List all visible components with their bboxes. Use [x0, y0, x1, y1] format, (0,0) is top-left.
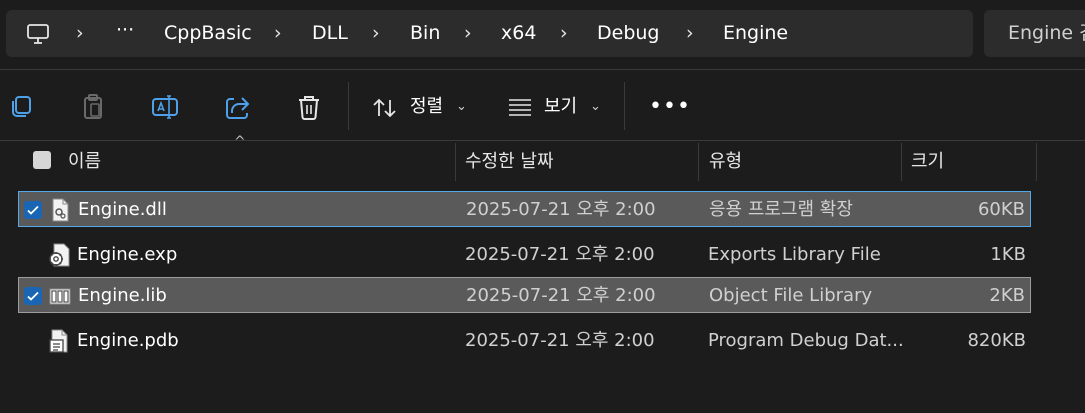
column-divider[interactable]	[698, 143, 699, 181]
file-modified: 2025-07-21 오후 2:00	[465, 330, 655, 351]
file-size: 2KB	[989, 285, 1025, 306]
column-header-size[interactable]: 크기	[911, 143, 944, 181]
breadcrumb-item[interactable]: Debug	[597, 10, 659, 57]
file-type: 응용 프로그램 확장	[709, 199, 853, 220]
file-type: Object File Library	[709, 285, 873, 306]
search-input[interactable]: Engine 검	[1008, 10, 1085, 57]
chevron-down-icon: ⌄	[590, 99, 601, 114]
check-icon	[27, 205, 39, 215]
column-divider[interactable]	[455, 143, 456, 181]
file-row[interactable]: Engine.lib 2025-07-21 오후 2:00 Object Fil…	[18, 277, 1031, 313]
file-row[interactable]: Engine.exp 2025-07-21 오후 2:00 Exports Li…	[18, 237, 1031, 273]
more-options-icon[interactable]: •••	[649, 86, 691, 128]
select-all-checkbox[interactable]	[33, 151, 51, 169]
more-locations-icon[interactable]: ···	[116, 10, 134, 57]
breadcrumb-item[interactable]: Bin	[410, 10, 440, 57]
chevron-right-icon[interactable]: ›	[464, 10, 472, 57]
file-modified: 2025-07-21 오후 2:00	[466, 199, 656, 220]
breadcrumb-item[interactable]: DLL	[312, 10, 348, 57]
exp-file-icon	[49, 243, 70, 267]
sort-label: 정렬	[410, 96, 444, 117]
column-divider[interactable]	[1036, 143, 1037, 181]
chevron-right-icon[interactable]: ›	[560, 10, 568, 57]
divider	[0, 69, 1085, 70]
toolbar-divider	[348, 82, 349, 130]
check-icon	[27, 291, 39, 301]
file-type: Exports Library File	[708, 244, 881, 265]
column-header-type[interactable]: 유형	[709, 143, 742, 181]
column-header-modified[interactable]: 수정한 날짜	[465, 143, 554, 181]
file-modified: 2025-07-21 오후 2:00	[465, 244, 655, 265]
share-icon[interactable]	[221, 90, 255, 124]
file-size: 820KB	[967, 330, 1026, 351]
column-header-name[interactable]: 이름	[68, 143, 101, 181]
this-pc-icon[interactable]	[26, 22, 50, 46]
row-checkbox[interactable]	[24, 287, 42, 305]
file-size: 60KB	[977, 199, 1025, 220]
address-bar[interactable]: › ··· CppBasic › DLL › Bin › x64 › Debug…	[6, 10, 973, 57]
search-box[interactable]: Engine 검	[984, 10, 1085, 57]
file-row[interactable]: Engine.dll 2025-07-21 오후 2:00 응용 프로그램 확장…	[18, 191, 1031, 227]
breadcrumb-item-current[interactable]: Engine	[723, 10, 788, 57]
file-size: 1KB	[990, 244, 1026, 265]
file-name: Engine.exp	[77, 244, 178, 265]
breadcrumb-item[interactable]: x64	[501, 10, 536, 57]
chevron-right-icon[interactable]: ›	[76, 10, 84, 57]
file-name: Engine.pdb	[77, 330, 179, 351]
sort-ascending-icon: ^	[234, 134, 246, 150]
pdb-file-icon	[49, 329, 68, 353]
paste-icon[interactable]	[76, 90, 110, 124]
breadcrumb-item[interactable]: CppBasic	[164, 10, 252, 57]
column-divider[interactable]	[901, 143, 902, 181]
divider	[0, 140, 1085, 141]
copy-icon[interactable]	[5, 90, 39, 124]
file-type: Program Debug Dat...	[708, 330, 904, 351]
chevron-right-icon[interactable]: ›	[372, 10, 380, 57]
file-name: Engine.dll	[78, 199, 167, 220]
delete-icon[interactable]	[292, 90, 326, 124]
lib-file-icon	[49, 288, 71, 305]
file-row[interactable]: Engine.pdb 2025-07-21 오후 2:00 Program De…	[18, 323, 1031, 359]
rename-icon[interactable]	[148, 90, 182, 124]
sort-icon	[373, 98, 396, 118]
view-icon	[509, 99, 531, 116]
chevron-right-icon[interactable]: ›	[686, 10, 694, 57]
chevron-down-icon: ⌄	[456, 99, 467, 114]
view-label: 보기	[544, 96, 578, 117]
dll-file-icon	[52, 198, 69, 222]
row-checkbox[interactable]	[24, 201, 42, 219]
toolbar-divider	[624, 82, 625, 130]
file-name: Engine.lib	[78, 285, 167, 306]
chevron-right-icon[interactable]: ›	[274, 10, 282, 57]
file-modified: 2025-07-21 오후 2:00	[466, 285, 656, 306]
